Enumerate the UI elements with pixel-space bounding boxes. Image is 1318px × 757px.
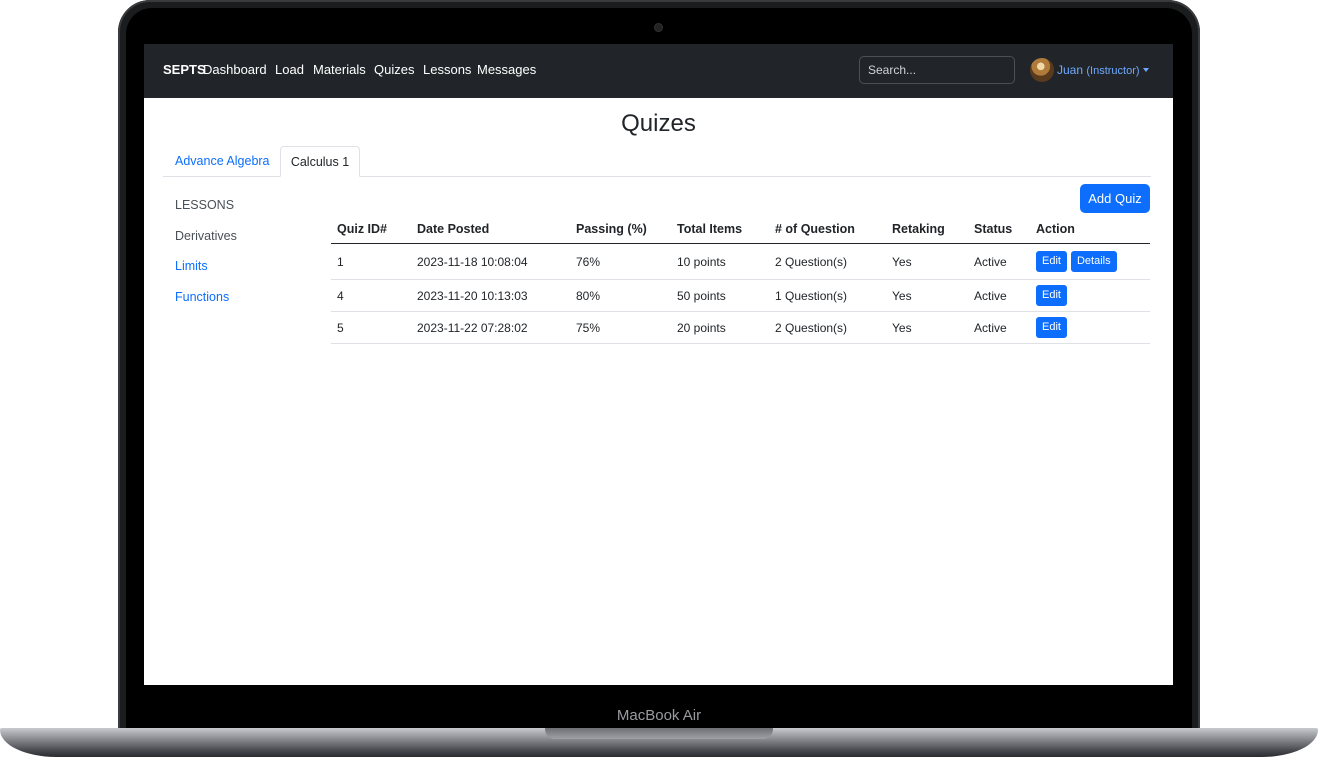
tab-advance-algebra[interactable]: Advance Algebra [163, 146, 282, 177]
cell-passing: 80% [570, 279, 671, 312]
cell-questions: 1 Question(s) [769, 279, 886, 312]
details-button[interactable]: Details [1070, 251, 1117, 272]
cell-action: Edit [1030, 311, 1150, 344]
col-date-posted: Date Posted [411, 215, 570, 244]
cell-total: 10 points [671, 243, 769, 280]
sidebar-item-derivatives[interactable]: Derivatives [175, 229, 237, 243]
cell-status: Active [968, 311, 1030, 344]
cell-status: Active [968, 243, 1030, 280]
nav-lessons[interactable]: Lessons [423, 62, 471, 77]
col-status: Status [968, 215, 1030, 244]
table-row: 1 2023-11-18 10:08:04 76% 10 points 2 Qu… [331, 243, 1150, 280]
user-menu[interactable]: Juan (Instructor) [1057, 63, 1140, 77]
cell-passing: 76% [570, 243, 671, 280]
tab-calculus-1[interactable]: Calculus 1 [280, 146, 360, 177]
cell-quiz-id: 4 [331, 279, 411, 312]
cell-retaking: Yes [886, 279, 968, 312]
laptop-notch [545, 728, 773, 739]
navbar: SEPTS Dashboard Load Materials Quizes Le… [144, 44, 1173, 98]
table-row: 4 2023-11-20 10:13:03 80% 50 points 1 Qu… [331, 279, 1150, 312]
cell-questions: 2 Question(s) [769, 243, 886, 280]
cell-quiz-id: 5 [331, 311, 411, 344]
page-title: Quizes [621, 110, 696, 137]
col-passing: Passing (%) [570, 215, 671, 244]
user-name: Juan [1057, 63, 1084, 77]
cell-date: 2023-11-18 10:08:04 [411, 243, 570, 280]
sidebar-item-limits[interactable]: Limits [175, 259, 208, 273]
nav-materials[interactable]: Materials [313, 62, 366, 77]
search-input[interactable] [859, 56, 1015, 84]
cell-status: Active [968, 279, 1030, 312]
col-total-items: Total Items [671, 215, 769, 244]
edit-button[interactable]: Edit [1036, 285, 1067, 306]
edit-button[interactable]: Edit [1036, 317, 1067, 338]
cell-action: Edit [1030, 279, 1150, 312]
cell-total: 20 points [671, 311, 769, 344]
col-questions: # of Question [769, 215, 886, 244]
table-row: 5 2023-11-22 07:28:02 75% 20 points 2 Qu… [331, 311, 1150, 344]
user-role: (Instructor) [1086, 65, 1140, 77]
nav-quizes[interactable]: Quizes [374, 62, 414, 77]
cell-retaking: Yes [886, 243, 968, 280]
camera-icon [655, 24, 662, 31]
cell-date: 2023-11-20 10:13:03 [411, 279, 570, 312]
quiz-table: Quiz ID# Date Posted Passing (%) Total I… [331, 215, 1150, 344]
col-action: Action [1030, 215, 1150, 244]
cell-passing: 75% [570, 311, 671, 344]
nav-dashboard[interactable]: Dashboard [203, 62, 267, 77]
cell-retaking: Yes [886, 311, 968, 344]
cell-quiz-id: 1 [331, 243, 411, 280]
nav-messages[interactable]: Messages [477, 62, 536, 77]
table-header-row: Quiz ID# Date Posted Passing (%) Total I… [331, 215, 1150, 244]
cell-date: 2023-11-22 07:28:02 [411, 311, 570, 344]
cell-action: Edit Details [1030, 243, 1150, 280]
cell-total: 50 points [671, 279, 769, 312]
avatar[interactable] [1030, 58, 1054, 82]
col-quiz-id: Quiz ID# [331, 215, 411, 244]
nav-load[interactable]: Load [275, 62, 304, 77]
chevron-down-icon[interactable] [1143, 68, 1149, 72]
device-label: MacBook Air [616, 707, 702, 724]
cell-questions: 2 Question(s) [769, 311, 886, 344]
edit-button[interactable]: Edit [1036, 251, 1067, 272]
sidebar-item-functions[interactable]: Functions [175, 290, 229, 304]
col-retaking: Retaking [886, 215, 968, 244]
add-quiz-button[interactable]: Add Quiz [1080, 184, 1150, 213]
sidebar-heading: LESSONS [175, 198, 235, 212]
app-screen: SEPTS Dashboard Load Materials Quizes Le… [144, 44, 1173, 685]
brand[interactable]: SEPTS [163, 62, 206, 77]
